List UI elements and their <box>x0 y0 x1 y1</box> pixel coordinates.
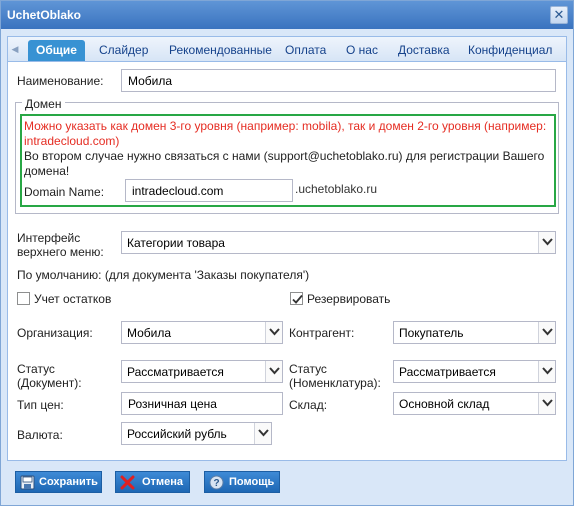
domain-legend: Домен <box>22 97 65 111</box>
status-nom-trigger[interactable] <box>538 361 555 382</box>
chevron-down-icon <box>269 367 280 375</box>
domain-name-input[interactable] <box>125 179 293 202</box>
chevron-down-icon <box>542 238 553 246</box>
menu-interface-value: Категории товара <box>127 236 225 250</box>
status-nom-label-line1: Статус <box>289 362 327 376</box>
price-type-label: Тип цен: <box>17 398 64 412</box>
save-button-label: Сохранить <box>39 476 98 488</box>
warehouse-label: Склад: <box>289 398 328 412</box>
tab-about[interactable]: О нас <box>338 40 386 61</box>
help-button[interactable]: ? Помощь <box>204 471 280 493</box>
org-trigger[interactable] <box>265 322 282 343</box>
window-title: UchetOblako <box>7 8 82 22</box>
warehouse-trigger[interactable] <box>538 393 555 414</box>
close-icon: ✕ <box>553 7 565 22</box>
menu-label-line2: верхнего меню: <box>17 245 104 259</box>
chevron-down-icon <box>542 399 553 407</box>
reserve-checkbox[interactable] <box>290 292 303 305</box>
name-input[interactable] <box>121 69 556 92</box>
menu-interface-trigger[interactable] <box>538 232 555 253</box>
domain-note-text: Во втором случае нужно связаться с нами … <box>24 149 545 178</box>
cancel-button-label: Отмена <box>142 476 183 488</box>
chevron-down-icon <box>269 328 280 336</box>
cancel-button[interactable]: Отмена <box>115 471 190 493</box>
check-icon <box>292 294 303 304</box>
chevron-down-icon <box>258 429 269 437</box>
save-button[interactable]: Сохранить <box>15 471 102 493</box>
domain-warning-text: Можно указать как домен 3-го уровня (нап… <box>24 119 547 148</box>
close-button[interactable]: ✕ <box>550 6 568 24</box>
tab-general[interactable]: Общие <box>28 40 85 61</box>
red-x-icon <box>120 475 135 490</box>
price-type-input[interactable] <box>121 392 283 415</box>
svg-text:?: ? <box>213 478 219 489</box>
help-icon: ? <box>209 475 224 490</box>
status-nom-label-line2: (Номенклатура): <box>289 376 381 390</box>
currency-value: Российский рубль <box>127 427 227 441</box>
counterparty-label: Контрагент: <box>289 326 355 340</box>
tab-strip: ◀ Общие Слайдер Рекомендованные Оплата О… <box>8 37 566 62</box>
stock-label: Учет остатков <box>34 292 112 306</box>
counterparty-value: Покупатель <box>399 326 464 340</box>
counterparty-trigger[interactable] <box>538 322 555 343</box>
org-select[interactable]: Мобила <box>121 321 283 344</box>
title-bar[interactable]: UchetOblako ✕ <box>1 1 573 29</box>
status-doc-select[interactable]: Рассматривается <box>121 360 283 383</box>
dialog-window: UchetOblako ✕ ◀ Общие Слайдер Рекомендов… <box>0 0 574 506</box>
tab-slider[interactable]: Слайдер <box>91 40 156 61</box>
status-doc-value: Рассматривается <box>127 365 224 379</box>
org-label: Организация: <box>17 326 93 340</box>
currency-trigger[interactable] <box>254 423 271 444</box>
currency-select[interactable]: Российский рубль <box>121 422 272 445</box>
help-button-label: Помощь <box>229 476 275 488</box>
tab-scroll-left-icon[interactable]: ◀ <box>10 43 20 55</box>
currency-label: Валюта: <box>17 428 63 442</box>
menu-interface-select[interactable]: Категории товара <box>121 231 556 254</box>
warehouse-value: Основной склад <box>399 397 490 411</box>
status-nom-select[interactable]: Рассматривается <box>393 360 556 383</box>
status-nom-value: Рассматривается <box>399 365 496 379</box>
default-caption: По умолчанию: (для документа 'Заказы пок… <box>17 268 310 282</box>
counterparty-select[interactable]: Покупатель <box>393 321 556 344</box>
form-panel: ◀ Общие Слайдер Рекомендованные Оплата О… <box>7 36 567 461</box>
tab-payment[interactable]: Оплата <box>277 40 334 61</box>
menu-label-line1: Интерфейс <box>17 231 81 245</box>
domain-name-label: Domain Name: <box>24 185 105 199</box>
floppy-disk-icon <box>20 475 35 490</box>
stock-checkbox[interactable] <box>17 292 30 305</box>
org-value: Мобила <box>127 326 172 340</box>
warehouse-select[interactable]: Основной склад <box>393 392 556 415</box>
name-label: Наименование: <box>17 74 104 88</box>
tab-privacy[interactable]: Конфиденциал <box>460 40 560 61</box>
tab-recommended[interactable]: Рекомендованные <box>161 40 280 61</box>
domain-suffix: .uchetoblako.ru <box>295 182 378 196</box>
chevron-down-icon <box>542 367 553 375</box>
tab-delivery[interactable]: Доставка <box>390 40 458 61</box>
status-doc-trigger[interactable] <box>265 361 282 382</box>
reserve-label: Резервировать <box>307 292 391 306</box>
status-doc-label-line1: Статус <box>17 362 55 376</box>
status-doc-label-line2: (Документ): <box>17 376 82 390</box>
chevron-down-icon <box>542 328 553 336</box>
